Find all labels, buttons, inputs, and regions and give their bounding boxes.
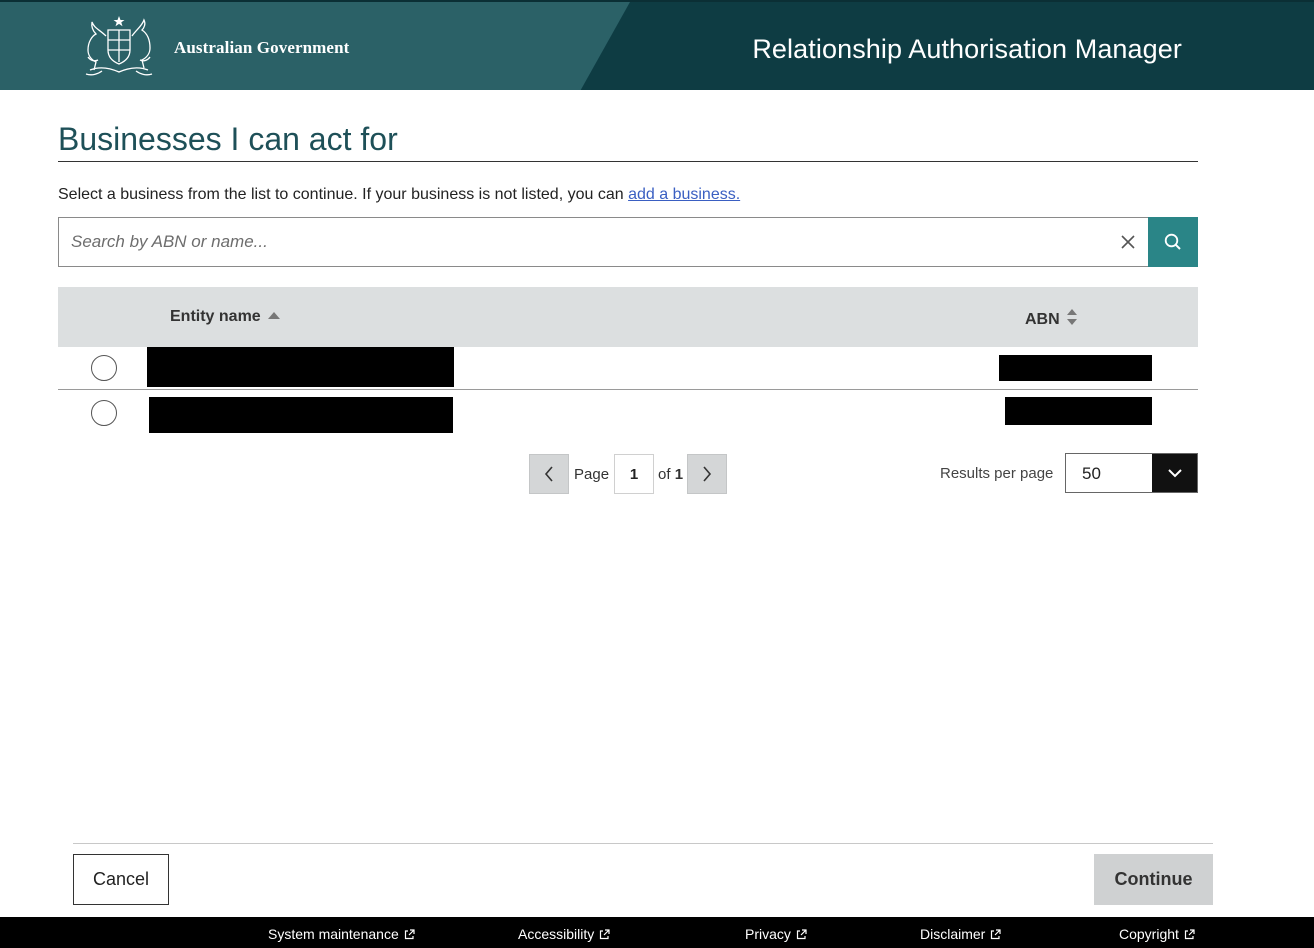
column-header-entity-name[interactable]: Entity name: [170, 308, 281, 326]
results-per-page-select[interactable]: 50: [1065, 453, 1198, 493]
external-link-icon: [600, 928, 610, 939]
app-title: Relationship Authorisation Manager: [752, 34, 1182, 64]
footer-bar: System maintenance Accessibility Privacy…: [0, 917, 1314, 948]
prev-page-button[interactable]: [529, 454, 569, 494]
redacted-abn: [1005, 397, 1152, 425]
cancel-button[interactable]: Cancel: [73, 854, 169, 905]
row-radio[interactable]: [91, 400, 117, 426]
table-row[interactable]: [58, 390, 1198, 436]
brand-logo[interactable]: Australian Government: [72, 14, 349, 82]
external-link-icon: [796, 928, 807, 939]
footer-link-label: Copyright: [1119, 926, 1179, 942]
site-header: Australian Government Relationship Autho…: [0, 0, 1314, 90]
external-link-icon: [991, 928, 1001, 939]
title-divider: [58, 161, 1198, 162]
intro-text-content: Select a business from the list to conti…: [58, 186, 629, 203]
next-page-button[interactable]: [687, 454, 728, 494]
search-input[interactable]: [58, 217, 1148, 267]
total-pages: 1: [674, 465, 684, 483]
redacted-abn: [999, 355, 1152, 381]
close-icon[interactable]: [1118, 232, 1138, 252]
sort-up-icon: [267, 308, 281, 326]
footer-link-label: System maintenance: [268, 926, 399, 942]
continue-button[interactable]: Continue: [1094, 854, 1213, 905]
table-header: Entity name ABN: [58, 287, 1198, 347]
pagination: Page of 1: [529, 454, 728, 494]
footer-link-accessibility[interactable]: Accessibility: [518, 926, 610, 942]
of-label: of: [658, 465, 671, 483]
external-link-icon: [1184, 928, 1195, 939]
footer-link-label: Disclaimer: [920, 926, 986, 942]
coat-of-arms-icon: [85, 16, 153, 76]
column-header-abn[interactable]: ABN: [1025, 308, 1078, 331]
results-per-page-label: Results per page: [940, 465, 1054, 482]
footer-link-label: Accessibility: [518, 926, 595, 942]
footer-link-copyright[interactable]: Copyright: [1119, 926, 1195, 942]
actions-divider: [73, 843, 1213, 844]
intro-text: Select a business from the list to conti…: [58, 186, 740, 204]
page-label: Page: [574, 465, 610, 483]
search-icon: [1164, 233, 1181, 250]
footer-link-privacy[interactable]: Privacy: [745, 926, 807, 942]
chevron-left-icon: [544, 466, 553, 482]
redacted-entity-name: [149, 397, 453, 433]
footer-link-system-maintenance[interactable]: System maintenance: [268, 926, 415, 942]
column-header-label: Entity name: [170, 308, 261, 325]
page-number-input[interactable]: [614, 454, 655, 494]
search-button[interactable]: [1148, 217, 1198, 267]
search-bar: [58, 217, 1198, 267]
add-business-link[interactable]: add a business.: [628, 186, 740, 203]
page-total: of 1: [658, 466, 683, 483]
table-row[interactable]: [58, 347, 1198, 390]
page-title: Businesses I can act for: [58, 121, 398, 157]
sort-both-icon: [1066, 308, 1078, 331]
column-header-label: ABN: [1025, 310, 1060, 328]
chevron-right-icon: [703, 466, 712, 482]
redacted-entity-name: [147, 347, 454, 387]
footer-link-disclaimer[interactable]: Disclaimer: [920, 926, 1001, 942]
brand-name: Australian Government: [174, 38, 350, 57]
footer-link-label: Privacy: [745, 926, 791, 942]
chevron-down-icon[interactable]: [1152, 454, 1197, 492]
row-radio[interactable]: [91, 355, 117, 381]
external-link-icon: [404, 928, 415, 939]
business-table: Entity name ABN: [58, 287, 1198, 436]
results-per-page-value: 50: [1082, 464, 1101, 483]
